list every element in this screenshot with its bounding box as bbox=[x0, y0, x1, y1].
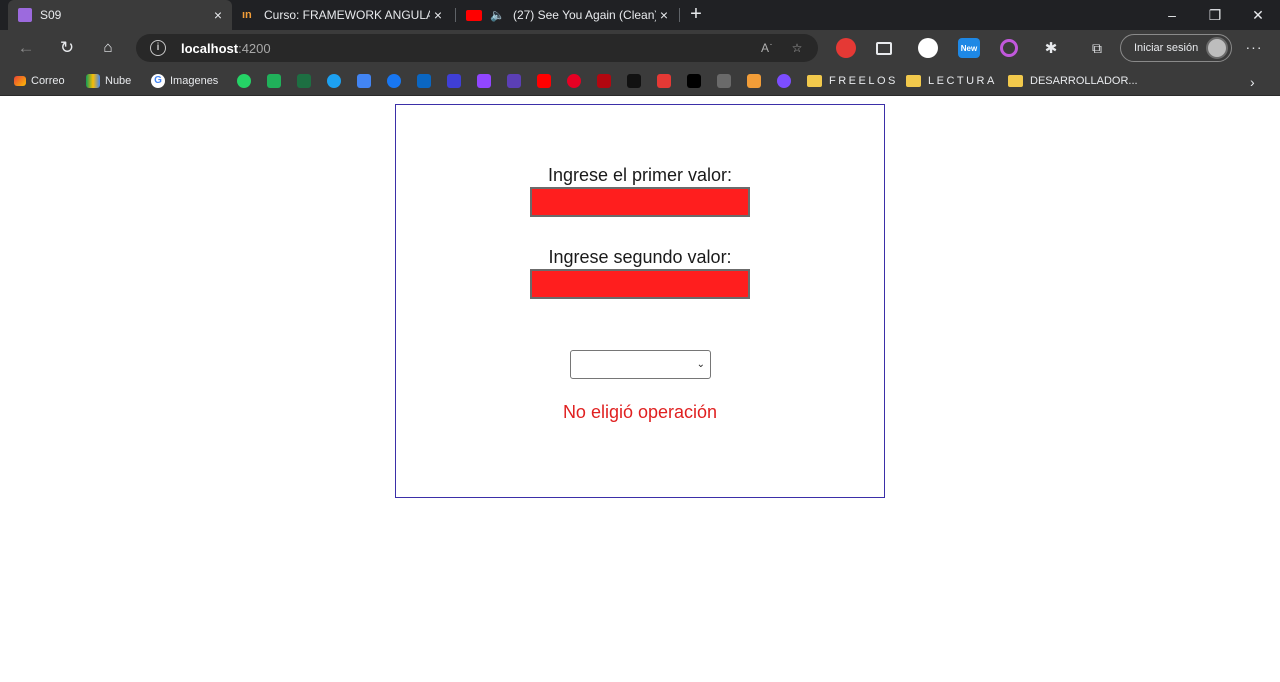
folder-icon bbox=[807, 75, 822, 87]
tab-separator bbox=[455, 8, 456, 22]
bookmark-folder-lectura[interactable]: LECTURA bbox=[906, 72, 997, 90]
netflix-icon[interactable] bbox=[597, 74, 611, 88]
tab-separator bbox=[679, 8, 680, 22]
canva-icon[interactable] bbox=[777, 74, 791, 88]
status-message: No eligió operación bbox=[562, 402, 718, 422]
download-icon[interactable] bbox=[267, 74, 281, 88]
read-aloud-icon[interactable]: A͘ bbox=[756, 39, 774, 57]
signin-button[interactable]: Iniciar sesión bbox=[1120, 34, 1232, 62]
bookmark-label: FREELOS bbox=[829, 75, 898, 87]
url-text[interactable]: localhost:4200 bbox=[181, 41, 271, 56]
download-red-icon[interactable] bbox=[657, 74, 671, 88]
st-icon[interactable] bbox=[627, 74, 641, 88]
second-value-input[interactable] bbox=[530, 269, 750, 299]
youtube-icon bbox=[466, 9, 482, 21]
tab-curso-angular[interactable]: ın Curso: FRAMEWORK ANGULAR ( × bbox=[238, 0, 450, 30]
tab-strip: S09 × ın Curso: FRAMEWORK ANGULAR ( × 🔈 … bbox=[0, 0, 1280, 30]
bookmark-purple-icon[interactable] bbox=[507, 74, 521, 88]
new-badge-extension-icon[interactable]: New bbox=[958, 38, 980, 58]
bookmark-nube[interactable]: Nube bbox=[86, 72, 131, 90]
chevron-right-icon[interactable]: › bbox=[1250, 74, 1255, 90]
adblock-extension-icon[interactable] bbox=[836, 38, 856, 58]
close-tab-icon[interactable]: × bbox=[210, 7, 226, 23]
bookmark-correo[interactable]: Correo bbox=[14, 72, 65, 90]
first-value-input[interactable] bbox=[530, 187, 750, 217]
close-tab-icon[interactable]: × bbox=[656, 7, 672, 23]
close-window-button[interactable]: ✕ bbox=[1236, 0, 1280, 30]
info-icon[interactable]: i bbox=[150, 40, 166, 56]
google-icon: G bbox=[151, 74, 165, 88]
translate-icon[interactable] bbox=[357, 74, 371, 88]
folder-icon bbox=[906, 75, 921, 87]
color-picker-extension-icon[interactable] bbox=[918, 38, 938, 58]
bookmark-label: Nube bbox=[105, 75, 132, 87]
bookmark-folder-desarrollador[interactable]: DESARROLLADOR... bbox=[1008, 72, 1138, 90]
drive-icon bbox=[86, 74, 100, 88]
tiktok-icon[interactable] bbox=[687, 74, 701, 88]
calculator-panel: Ingrese el primer valor: Ingrese segundo… bbox=[395, 104, 885, 498]
grid-icon bbox=[18, 8, 32, 22]
tab-title: Curso: FRAMEWORK ANGULAR ( bbox=[264, 8, 430, 22]
signin-label: Iniciar sesión bbox=[1134, 42, 1199, 54]
collections-icon[interactable]: ⧉ bbox=[1087, 38, 1107, 58]
avatar bbox=[1206, 37, 1228, 59]
operation-select[interactable]: ⌄ bbox=[570, 350, 711, 379]
excel-icon[interactable] bbox=[297, 74, 311, 88]
twitch-icon[interactable] bbox=[477, 74, 491, 88]
bookmark-imagenes[interactable]: G Imagenes bbox=[151, 72, 218, 90]
bookmark-x-icon[interactable] bbox=[447, 74, 461, 88]
tab-s09[interactable]: S09 × bbox=[8, 0, 232, 30]
picture-in-picture-icon[interactable] bbox=[876, 42, 892, 55]
tab-title: (27) See You Again (Clean) - bbox=[512, 8, 656, 22]
first-value-label: Ingrese el primer valor: bbox=[547, 165, 733, 185]
bookmark-label: Imagenes bbox=[170, 75, 219, 87]
tab-youtube[interactable]: 🔈 (27) See You Again (Clean) - × bbox=[462, 0, 676, 30]
close-tab-icon[interactable]: × bbox=[430, 7, 446, 23]
youtube-bookmark-icon[interactable] bbox=[537, 74, 551, 88]
speaker-icon[interactable]: 🔈 bbox=[490, 8, 505, 22]
linkedin-icon[interactable] bbox=[417, 74, 431, 88]
browser-toolbar: ← ↻ ⌂ i localhost:4200 A͘ ☆ New ✱ ⧉ Inic… bbox=[0, 30, 1280, 66]
address-bar[interactable]: i localhost:4200 A͘ ☆ bbox=[136, 34, 818, 62]
bookmark-gray-icon[interactable] bbox=[717, 74, 731, 88]
favorite-star-icon[interactable]: ☆ bbox=[788, 39, 806, 57]
facebook-icon[interactable] bbox=[387, 74, 401, 88]
twitter-icon[interactable] bbox=[327, 74, 341, 88]
minimize-button[interactable]: – bbox=[1150, 0, 1194, 30]
refresh-icon[interactable]: ↻ bbox=[55, 36, 79, 60]
extensions-puzzle-icon[interactable]: ✱ bbox=[1041, 38, 1061, 58]
pinterest-icon[interactable] bbox=[567, 74, 581, 88]
in-logo-icon: ın bbox=[242, 9, 252, 21]
bookmarks-bar: Correo Nube G Imagenes FREELOS LECTURA D… bbox=[0, 66, 1280, 96]
back-icon[interactable]: ← bbox=[14, 36, 38, 60]
folder-icon bbox=[1008, 75, 1023, 87]
bookmark-label: Correo bbox=[31, 75, 65, 87]
tab-title: S09 bbox=[40, 8, 62, 22]
bookmark-folder-freelos[interactable]: FREELOS bbox=[807, 72, 898, 90]
gmail-icon bbox=[14, 76, 26, 86]
in-logo-bookmark-icon[interactable] bbox=[747, 74, 761, 88]
bookmark-label: DESARROLLADOR... bbox=[1030, 75, 1138, 87]
home-icon[interactable]: ⌂ bbox=[96, 36, 120, 60]
whatsapp-icon[interactable] bbox=[237, 74, 251, 88]
circle-extension-icon[interactable] bbox=[1000, 39, 1018, 57]
new-tab-button[interactable]: + bbox=[684, 3, 708, 27]
restore-button[interactable]: ❐ bbox=[1193, 0, 1237, 30]
second-value-label: Ingrese segundo valor: bbox=[548, 247, 732, 267]
more-menu-icon[interactable]: ··· bbox=[1244, 38, 1264, 58]
bookmark-label: LECTURA bbox=[928, 75, 997, 87]
chevron-down-icon: ⌄ bbox=[696, 359, 705, 370]
